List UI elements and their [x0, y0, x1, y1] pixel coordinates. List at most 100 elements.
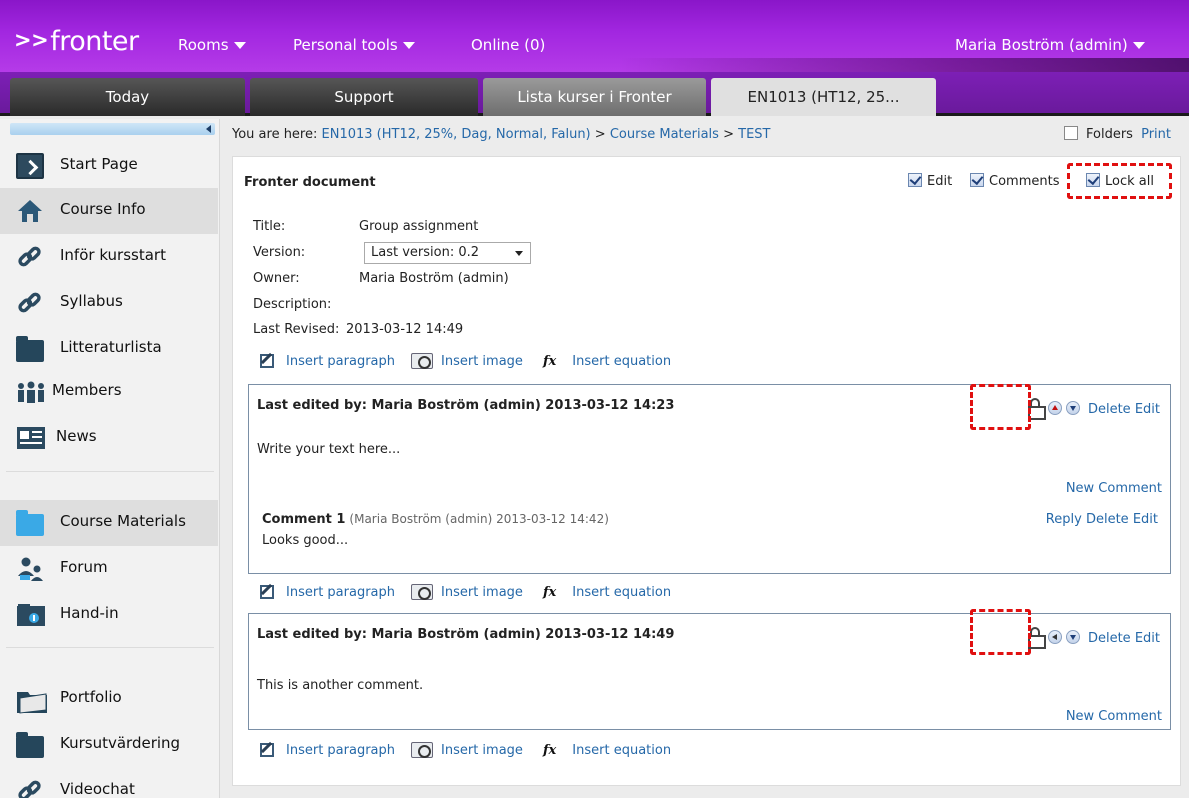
rooms-menu[interactable]: Rooms: [178, 36, 246, 54]
new-comment-link[interactable]: New Comment: [1066, 709, 1162, 724]
edit-paragraph-link[interactable]: Edit: [1135, 402, 1160, 417]
comments-option[interactable]: Comments: [970, 173, 1059, 189]
online-link[interactable]: Online (0): [471, 36, 545, 54]
hand-in-icon: [16, 602, 45, 628]
breadcrumb-course-link[interactable]: EN1013 (HT12, 25%, Dag, Normal, Falun): [322, 127, 591, 142]
insert-equation-link[interactable]: Insert equation: [572, 585, 671, 600]
chevron-down-icon: [515, 251, 523, 256]
link-icon: [16, 290, 44, 316]
formula-icon: fx: [542, 353, 557, 369]
pencil-icon: [260, 585, 274, 599]
comment-actions: Reply Delete Edit: [1046, 512, 1158, 527]
paragraph-block: Last edited by: Maria Boström (admin) 20…: [248, 613, 1171, 730]
annotation-highlight-lock-all: [1067, 163, 1172, 199]
sidebar-item-hand-in[interactable]: Hand-in: [0, 592, 218, 638]
delete-paragraph-link[interactable]: Delete: [1088, 631, 1131, 646]
pencil-icon: [260, 743, 274, 757]
news-icon: [16, 425, 45, 451]
pencil-icon: [260, 354, 274, 368]
paragraph-text: This is another comment.: [257, 678, 424, 693]
forum-icon: [16, 556, 44, 582]
meta-last-revised: Last Revised: 2013-03-12 14:49: [253, 322, 464, 337]
comment-text: Looks good...: [262, 533, 349, 548]
annotation-highlight-lock: [970, 384, 1031, 430]
comment-title: Comment 1: [262, 512, 346, 527]
edit-option[interactable]: Edit: [908, 173, 952, 189]
tab-lista-kurser[interactable]: Lista kurser i Fronter: [483, 78, 706, 116]
insert-toolbar: Insert paragraph Insert image fx Insert equ…: [260, 584, 671, 600]
insert-image-link[interactable]: Insert image: [441, 585, 523, 600]
version-select[interactable]: Last version: 0.2: [364, 242, 531, 264]
camera-icon: [411, 353, 434, 369]
sidebar-item-course-materials[interactable]: Course Materials: [0, 500, 218, 546]
sidebar: Start Page Course Info Inför kursstart S…: [0, 119, 220, 798]
comment-meta: (Maria Boström (admin) 2013-03-12 14:42): [349, 512, 609, 526]
user-menu[interactable]: Maria Boström (admin): [955, 36, 1145, 54]
paragraph-text: Write your text here...: [257, 442, 401, 457]
delete-paragraph-link[interactable]: Delete: [1088, 402, 1131, 417]
comment-item: Comment 1 (Maria Boström (admin) 2013-03-…: [262, 512, 1158, 548]
tab-bar: Today Support Lista kurser i Fronter EN1…: [0, 72, 1189, 116]
insert-paragraph-link[interactable]: Insert paragraph: [286, 585, 395, 600]
sidebar-item-videochat[interactable]: Videochat: [0, 768, 218, 798]
formula-icon: fx: [542, 584, 557, 600]
sidebar-divider: [6, 647, 214, 648]
reply-link[interactable]: Reply: [1046, 512, 1082, 527]
fronter-document-panel: Fronter document Edit Comments Lock all …: [232, 156, 1181, 786]
document-heading: Fronter document: [244, 175, 376, 190]
tab-course-en1013[interactable]: EN1013 (HT12, 25...: [711, 78, 936, 116]
move-up-icon[interactable]: [1047, 401, 1062, 415]
folders-checkbox[interactable]: [1064, 126, 1078, 140]
breadcrumb: You are here: EN1013 (HT12, 25%, Dag, No…: [232, 127, 771, 142]
personal-tools-menu[interactable]: Personal tools: [293, 36, 415, 54]
print-link[interactable]: Print: [1141, 127, 1171, 142]
paragraph-header: Last edited by: Maria Boström (admin) 20…: [257, 398, 675, 413]
move-down-icon[interactable]: [1065, 630, 1080, 644]
sidebar-item-infor-kursstart[interactable]: Inför kursstart: [0, 234, 218, 280]
sidebar-collapse-handle[interactable]: [10, 123, 215, 135]
sidebar-item-news[interactable]: News: [0, 415, 218, 461]
paragraph-actions: Delete Edit: [1027, 627, 1160, 649]
insert-paragraph-link[interactable]: Insert paragraph: [286, 354, 395, 369]
chevron-down-icon: [402, 42, 415, 49]
breadcrumb-course-materials-link[interactable]: Course Materials: [610, 127, 719, 142]
delete-comment-link[interactable]: Delete: [1086, 512, 1129, 527]
link-icon: [16, 244, 44, 270]
edit-comment-link[interactable]: Edit: [1133, 512, 1158, 527]
sidebar-item-kursutvardering[interactable]: Kursutvärdering: [0, 722, 218, 768]
tab-support[interactable]: Support: [250, 78, 478, 116]
insert-toolbar: Insert paragraph Insert image fx Insert equ…: [260, 742, 671, 758]
folder-icon: [16, 732, 44, 758]
camera-icon: [411, 584, 434, 600]
top-header: >>fronter Rooms Personal tools Online (0…: [0, 0, 1189, 78]
folder-icon: [16, 336, 44, 362]
sidebar-item-forum[interactable]: Forum: [0, 546, 218, 592]
insert-equation-link[interactable]: Insert equation: [572, 743, 671, 758]
sidebar-item-start-page[interactable]: Start Page: [0, 143, 218, 189]
breadcrumb-current[interactable]: TEST: [738, 127, 770, 142]
edit-checkbox[interactable]: [908, 173, 922, 187]
sidebar-item-course-info[interactable]: Course Info: [0, 188, 218, 234]
sidebar-item-litteraturlista[interactable]: Litteraturlista: [0, 326, 218, 372]
insert-image-link[interactable]: Insert image: [441, 354, 523, 369]
start-page-icon: [16, 153, 44, 179]
camera-icon: [411, 742, 434, 758]
new-comment-link[interactable]: New Comment: [1066, 481, 1162, 496]
comments-checkbox[interactable]: [970, 173, 984, 187]
meta-description: Description:: [253, 297, 332, 312]
sidebar-item-portfolio[interactable]: Portfolio: [0, 676, 218, 722]
paragraph-actions: Delete Edit: [1027, 398, 1160, 420]
edit-paragraph-link[interactable]: Edit: [1135, 631, 1160, 646]
insert-paragraph-link[interactable]: Insert paragraph: [286, 743, 395, 758]
portfolio-icon: [16, 686, 47, 714]
tab-today[interactable]: Today: [10, 78, 245, 116]
sidebar-item-syllabus[interactable]: Syllabus: [0, 280, 218, 326]
move-down-icon[interactable]: [1065, 401, 1080, 415]
paragraph-header: Last edited by: Maria Boström (admin) 20…: [257, 627, 675, 642]
insert-image-link[interactable]: Insert image: [441, 743, 523, 758]
fronter-logo[interactable]: >>fronter: [14, 26, 139, 57]
move-icon[interactable]: [1047, 630, 1062, 644]
insert-equation-link[interactable]: Insert equation: [572, 354, 671, 369]
sidebar-item-members[interactable]: Members: [0, 369, 218, 415]
folder-icon: [16, 510, 44, 536]
